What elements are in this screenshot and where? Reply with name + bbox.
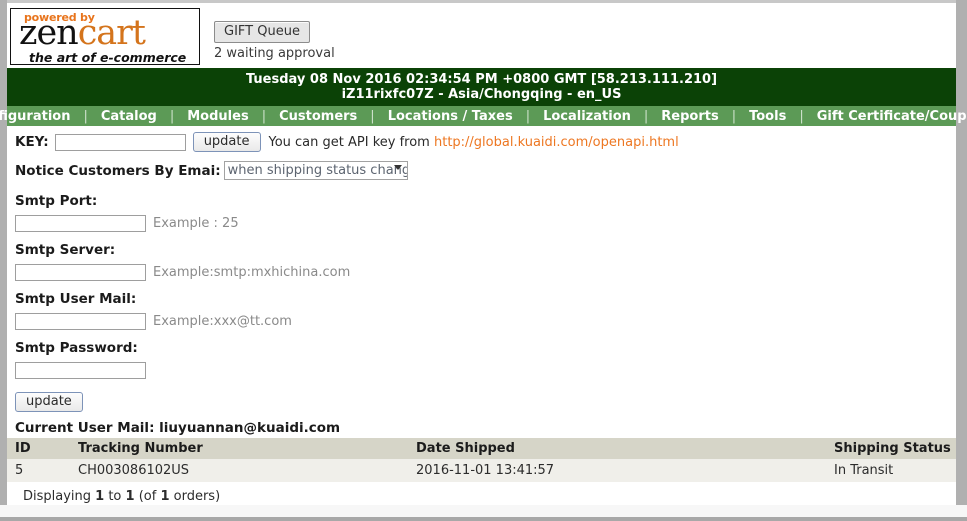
smtp-port-input[interactable] — [15, 214, 146, 232]
main-navigation: Configuration | Catalog | Modules | Cust… — [0, 106, 967, 126]
current-user-mail: Current User Mail: liuyuannan@kuaidi.com — [15, 420, 341, 436]
datetime-line: Tuesday 08 Nov 2016 02:34:54 PM +0800 GM… — [245, 72, 718, 87]
smtp-user-mail-input[interactable] — [15, 312, 146, 330]
pagination-total: 1 — [160, 489, 170, 504]
pagination-close: orders) — [169, 489, 221, 504]
smtp-server-label: Smtp Server: — [15, 242, 116, 258]
smtp-server-example: Example:smtp:mxhichina.com — [153, 264, 351, 280]
api-key-hint-text: You can get API key from — [268, 134, 434, 150]
table-header-row: ID Tracking Number Date Shipped Shipping… — [7, 438, 956, 459]
pagination-prefix: Displaying — [23, 489, 96, 504]
nav-item-modules[interactable]: Modules — [174, 109, 261, 124]
notice-customers-select[interactable]: when shipping status change — [223, 161, 408, 180]
page-root: powered by zencart the art of e-commerce… — [0, 0, 967, 521]
pagination-from: 1 — [95, 489, 105, 504]
cell-shipping-status: In Transit — [826, 459, 956, 482]
pagination-to: 1 — [125, 489, 135, 504]
notice-customers-row: Notice Customers By Emai: when shipping … — [15, 157, 956, 184]
api-key-input[interactable] — [54, 133, 186, 151]
smtp-server-input[interactable] — [15, 263, 146, 281]
logo-word-cart: cart — [77, 13, 146, 53]
cell-tracking-number: CH003086102US — [70, 459, 408, 482]
nav-item-reports[interactable]: Reports — [648, 109, 731, 124]
smtp-port-row: Example : 25 — [15, 213, 956, 233]
cell-id: 5 — [7, 459, 70, 482]
server-datetime-bar: Tuesday 08 Nov 2016 02:34:54 PM +0800 GM… — [7, 68, 956, 106]
smtp-user-mail-row: Example:xxx@tt.com — [15, 311, 956, 331]
shipment-orders-table: ID Tracking Number Date Shipped Shipping… — [7, 438, 956, 482]
smtp-password-label: Smtp Password: — [15, 340, 138, 356]
gift-queue-waiting-note: 2 waiting approval — [214, 46, 335, 61]
nav-item-locations-taxes[interactable]: Locations / Taxes — [375, 109, 526, 124]
nav-item-tools[interactable]: Tools — [736, 109, 799, 124]
notice-customers-select-wrap[interactable]: when shipping status change — [221, 161, 408, 180]
logo-wordmark: zencart — [19, 13, 146, 53]
column-header-date-shipped: Date Shipped — [408, 438, 826, 459]
column-header-shipping-status: Shipping Status — [826, 438, 956, 459]
admin-content: powered by zencart the art of e-commerce… — [0, 3, 967, 517]
nav-item-customers[interactable]: Customers — [266, 109, 370, 124]
cell-date-shipped: 2016-11-01 13:41:57 — [408, 459, 826, 482]
nav-item-configuration[interactable]: Configuration — [0, 109, 83, 124]
right-gutter — [956, 0, 967, 521]
smtp-port-example: Example : 25 — [153, 215, 239, 231]
left-gutter — [0, 0, 7, 521]
api-key-row: KEY: update You can get API key from htt… — [15, 129, 956, 155]
admin-header: powered by zencart the art of e-commerce… — [7, 3, 956, 68]
column-header-tracking-number: Tracking Number — [70, 438, 408, 459]
column-header-id: ID — [7, 438, 70, 459]
zencart-logo[interactable]: powered by zencart the art of e-commerce — [10, 8, 200, 65]
pagination-summary: Displaying 1 to 1 (of 1 orders) — [23, 489, 956, 504]
smtp-port-label: Smtp Port: — [15, 193, 98, 209]
api-key-label: KEY: — [15, 134, 49, 150]
kuaidi-openapi-link[interactable]: http://global.kuaidi.com/openapi.html — [434, 135, 679, 150]
smtp-password-row — [15, 360, 956, 380]
smtp-password-input[interactable] — [15, 361, 146, 379]
api-key-update-button[interactable]: update — [192, 132, 261, 152]
logo-word-zen: zen — [19, 13, 79, 53]
gift-queue-button[interactable]: GIFT Queue — [214, 21, 310, 43]
pagination-open: (of — [134, 489, 161, 504]
window-bottom-rule — [0, 517, 967, 521]
smtp-user-mail-example: Example:xxx@tt.com — [153, 313, 292, 329]
table-row[interactable]: 5 CH003086102US 2016-11-01 13:41:57 In T… — [7, 459, 956, 482]
smtp-server-row: Example:smtp:mxhichina.com — [15, 262, 956, 282]
footer-strip — [0, 505, 967, 517]
notice-customers-label: Notice Customers By Emai: — [15, 162, 221, 179]
smtp-user-mail-label: Smtp User Mail: — [15, 291, 137, 307]
api-key-hint: You can get API key from http://global.k… — [269, 135, 679, 150]
server-locale-line: iZ11rixfc07Z - Asia/Chongqing - en_US — [341, 87, 622, 102]
gift-queue-block: GIFT Queue 2 waiting approval — [214, 21, 335, 61]
nav-item-gift-certificate-coupons[interactable]: Gift Certificate/Coupons — [804, 109, 967, 124]
nav-item-localization[interactable]: Localization — [530, 109, 644, 124]
settings-form: KEY: update You can get API key from htt… — [7, 129, 956, 504]
settings-update-button[interactable]: update — [15, 392, 83, 412]
pagination-mid: to — [104, 489, 126, 504]
nav-item-catalog[interactable]: Catalog — [88, 109, 170, 124]
logo-tagline: the art of e-commerce — [29, 50, 187, 65]
